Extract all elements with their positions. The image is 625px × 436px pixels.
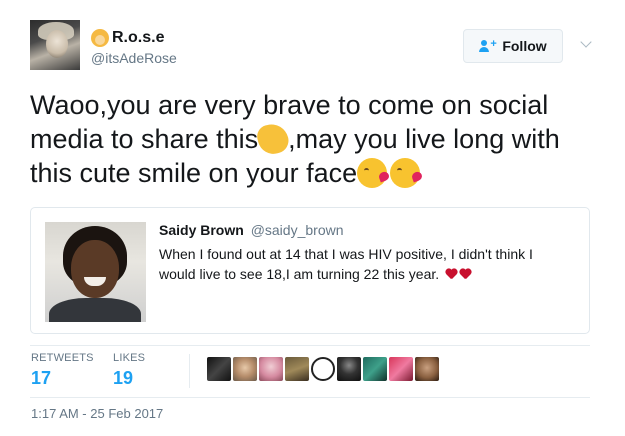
liker-avatars	[207, 357, 441, 381]
quoted-author: Saidy Brown @saidy_brown	[159, 222, 344, 238]
retweets-label: RETWEETS	[31, 352, 94, 364]
author-name[interactable]: R.o.s.e	[112, 29, 164, 47]
chevron-down-icon[interactable]	[579, 37, 593, 51]
tweet-text: Waoo,you are very brave to come on socia…	[30, 88, 600, 190]
liker-avatar[interactable]	[233, 357, 257, 381]
quoted-tweet-text: When I found out at 14 that I was HIV po…	[159, 244, 569, 284]
liker-avatar[interactable]	[363, 357, 387, 381]
likes-stat[interactable]: LIKES 19	[113, 352, 145, 389]
divider	[30, 345, 590, 346]
retweets-stat[interactable]: RETWEETS 17	[31, 352, 94, 389]
liker-avatar[interactable]	[259, 357, 283, 381]
add-user-icon: +	[479, 39, 497, 53]
clapping-hands-icon	[254, 120, 292, 158]
liker-avatar[interactable]	[207, 357, 231, 381]
face-blowing-kiss-icon	[390, 158, 421, 188]
liker-avatar[interactable]	[415, 357, 439, 381]
tweet-header: R.o.s.e @itsAdeRose + Follow	[30, 20, 600, 72]
author-avatar[interactable]	[30, 20, 80, 70]
likes-count[interactable]: 19	[113, 368, 145, 389]
divider	[189, 354, 190, 388]
tweet-timestamp[interactable]: 1:17 AM - 25 Feb 2017	[31, 406, 163, 421]
quoted-tweet-photo[interactable]	[45, 222, 146, 322]
peace-sign-icon[interactable]	[311, 357, 335, 381]
quoted-tweet[interactable]: Saidy Brown @saidy_brown When I found ou…	[30, 207, 590, 334]
face-blowing-kiss-icon	[357, 158, 388, 188]
liker-avatar[interactable]	[389, 357, 413, 381]
author-name-row[interactable]: R.o.s.e	[91, 29, 164, 47]
quoted-author-name: Saidy Brown	[159, 222, 244, 238]
quoted-text: When I found out at 14 that I was HIV po…	[159, 246, 533, 282]
author-handle[interactable]: @itsAdeRose	[91, 50, 177, 66]
follow-button[interactable]: + Follow	[463, 29, 563, 63]
liker-avatar[interactable]	[285, 357, 309, 381]
liker-avatar[interactable]	[337, 357, 361, 381]
quoted-author-handle: @saidy_brown	[250, 222, 344, 238]
divider	[30, 397, 590, 398]
person-blond-emoji-icon	[91, 29, 109, 47]
red-heart-icon	[445, 269, 457, 280]
red-heart-icon	[459, 269, 471, 280]
follow-button-label: Follow	[502, 38, 547, 54]
likes-label: LIKES	[113, 352, 146, 364]
retweets-count[interactable]: 17	[31, 368, 94, 389]
